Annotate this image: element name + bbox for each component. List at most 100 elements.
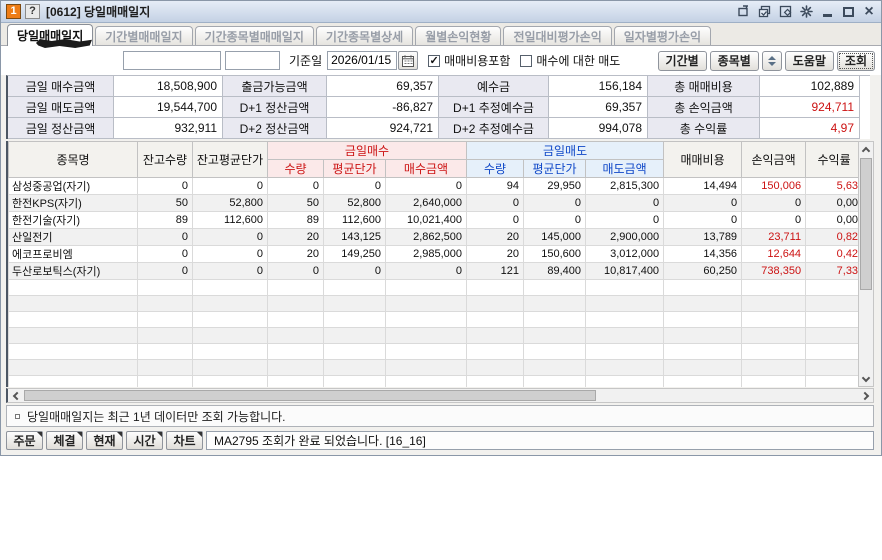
col-header-buy-amt: 매수금액: [384, 159, 468, 178]
pin-window-icon[interactable]: [736, 5, 750, 19]
window-number-badge: 1: [6, 4, 21, 19]
updown-spinner-button[interactable]: [761, 50, 782, 71]
empty-cell: [585, 359, 665, 376]
empty-cell: [8, 343, 138, 360]
value-cell: 23,711: [741, 228, 807, 246]
table-row[interactable]: 산일전기 0 0 20 143,125 2,862,500 20 145,000 2,900,0…: [8, 228, 858, 246]
empty-cell: [523, 279, 587, 296]
app-window: 1 ? [0612] 당일매매일지 × 당일매매일지 기간별매매일지 기간종목별매매…: [0, 0, 882, 456]
value-cell: 150,600: [523, 245, 587, 263]
value-cell: 60,250: [663, 262, 743, 280]
table-row[interactable]: 한전기술(자기) 89 112,600 89 112,600 10,021,400 0 0 0 0…: [8, 211, 858, 229]
tab-0[interactable]: 당일매매일지: [7, 24, 94, 48]
scroll-down-icon[interactable]: [859, 372, 873, 386]
empty-cell: [805, 327, 858, 344]
help-button[interactable]: 도움말: [784, 50, 834, 71]
statusbar-button-label: 현재: [93, 434, 116, 448]
empty-cell: [466, 295, 525, 312]
clone-window-icon[interactable]: [757, 5, 771, 19]
empty-cell: [805, 375, 858, 387]
value-cell: 0: [137, 245, 193, 263]
period-button[interactable]: 기간별: [657, 50, 707, 71]
value-cell: 89: [267, 211, 324, 229]
trade-grid: 종목명 잔고수량 잔고평균단가 금일매수 금일매도 매매비용 손익금액 수익률 …: [6, 141, 874, 387]
table-row[interactable]: 두산로보틱스(자기) 0 0 0 0 0 121 89,400 10,817,400 60,250…: [8, 262, 858, 280]
tab-label: 일자별평가손익: [623, 29, 702, 44]
empty-cell: [585, 279, 665, 296]
value-cell: 112,600: [323, 211, 386, 229]
col-header-balance-qty: 잔고수량: [137, 141, 193, 178]
empty-cell: [466, 375, 525, 387]
vertical-scrollbar[interactable]: [858, 141, 874, 387]
scroll-right-icon[interactable]: [859, 389, 873, 402]
maximize-button[interactable]: [841, 5, 855, 19]
empty-cell: [585, 311, 665, 328]
empty-row: [8, 375, 858, 387]
col-header-pl: 손익금액: [741, 141, 807, 178]
empty-cell: [384, 279, 468, 296]
value-cell: 89: [137, 211, 193, 229]
tab-1[interactable]: 기간별매매일지: [95, 26, 193, 45]
tab-2[interactable]: 기간종목별매매일지: [194, 26, 314, 45]
minimize-button[interactable]: [820, 5, 834, 19]
close-button[interactable]: ×: [862, 3, 876, 19]
value-cell: 0: [741, 194, 807, 212]
calendar-button[interactable]: [398, 51, 419, 70]
settings-gear-icon[interactable]: [799, 5, 813, 19]
empty-cell: [192, 359, 268, 376]
value-cell: 14,356: [663, 245, 743, 263]
query-button[interactable]: 조회: [836, 50, 875, 71]
empty-cell: [267, 359, 324, 376]
table-row[interactable]: 한전KPS(자기) 50 52,800 50 52,800 2,640,000 0 0 0 0 0 0…: [8, 194, 858, 212]
include-fee-checkbox[interactable]: [428, 54, 441, 67]
empty-cell: [741, 359, 807, 376]
statusbar-button-label: 차트: [173, 434, 196, 448]
value-cell: 14,494: [663, 177, 743, 195]
sell-of-buy-checkbox[interactable]: [520, 54, 533, 67]
empty-cell: [805, 295, 858, 312]
value-cell: 112,600: [192, 211, 268, 229]
statusbar-button-label: 주문: [13, 434, 36, 448]
value-cell: 0: [323, 177, 386, 195]
empty-cell: [466, 359, 525, 376]
capture-window-icon[interactable]: [778, 5, 792, 19]
tab-3[interactable]: 기간종목별상세: [315, 26, 414, 45]
value-cell: 50: [267, 194, 324, 212]
value-cell: 0: [192, 177, 268, 195]
scroll-left-icon[interactable]: [8, 389, 22, 402]
stock-name-cell: 두산로보틱스(자기): [8, 262, 138, 280]
empty-cell: [192, 295, 268, 312]
tab-5[interactable]: 전일대비평가손익: [503, 26, 612, 45]
value-cell: 0: [192, 262, 268, 280]
empty-cell: [523, 327, 587, 344]
vertical-scroll-thumb[interactable]: [860, 158, 872, 290]
statusbar-button-3[interactable]: 시간: [126, 431, 163, 450]
account-input[interactable]: [123, 51, 221, 70]
empty-cell: [805, 343, 858, 360]
empty-cell: [466, 343, 525, 360]
value-cell: 0: [192, 245, 268, 263]
symbol-button[interactable]: 종목별: [709, 50, 759, 71]
statusbar-button-1[interactable]: 체결: [46, 431, 83, 450]
empty-cell: [137, 343, 193, 360]
tab-6[interactable]: 일자별평가손익: [613, 26, 712, 45]
summary-label-2-3: 총 수익률: [648, 118, 760, 139]
base-date-input[interactable]: 2026/01/15: [327, 51, 398, 70]
value-cell: 52,800: [192, 194, 268, 212]
statusbar-button-2[interactable]: 현재: [86, 431, 123, 450]
value-cell: 121: [466, 262, 525, 280]
horizontal-scrollbar[interactable]: [6, 388, 874, 403]
value-cell: 13,789: [663, 228, 743, 246]
table-row[interactable]: 삼성중공업(자기) 0 0 0 0 0 94 29,950 2,815,300 14,494 150…: [8, 177, 858, 195]
summary-label-0-3: 총 매매비용: [648, 76, 760, 97]
password-input[interactable]: [225, 51, 280, 70]
tab-4[interactable]: 월별손익현황: [415, 26, 502, 45]
value-cell: 0: [663, 194, 743, 212]
col-header-buy-qty: 수량: [267, 159, 324, 178]
scroll-up-icon[interactable]: [859, 142, 873, 156]
statusbar-button-0[interactable]: 주문: [6, 431, 43, 450]
help-icon[interactable]: ?: [25, 4, 40, 19]
horizontal-scroll-thumb[interactable]: [24, 390, 596, 401]
table-row[interactable]: 에코프로비엠 0 0 20 149,250 2,985,000 20 150,600 3,012…: [8, 245, 858, 263]
statusbar-button-4[interactable]: 차트: [166, 431, 203, 450]
